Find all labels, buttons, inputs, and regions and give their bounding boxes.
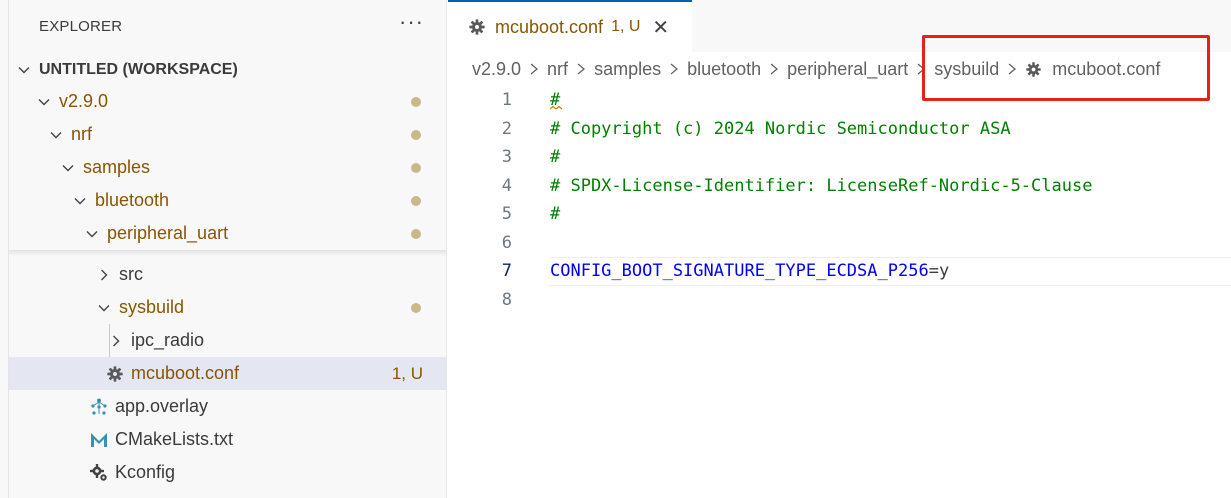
tree-file-cmakelists[interactable]: CMakeLists.txt xyxy=(9,423,446,456)
breadcrumb-v2-9-0[interactable]: v2.9.0 xyxy=(472,59,521,80)
breadcrumb-bluetooth[interactable]: bluetooth xyxy=(687,59,761,80)
breadcrumb-peripheral-uart[interactable]: peripheral_uart xyxy=(787,59,908,80)
folder-label: v2.9.0 xyxy=(59,91,109,111)
tree-folder-src[interactable]: src xyxy=(9,258,446,291)
breadcrumb-samples[interactable]: samples xyxy=(594,59,661,80)
chevron-down-icon xyxy=(71,192,89,210)
device-tree-icon xyxy=(89,397,109,417)
line-number: 3 xyxy=(501,147,512,168)
code-text: # SPDX-License-Identifier: LicenseRef-No… xyxy=(550,175,1093,196)
folder-label: peripheral_uart xyxy=(107,223,229,243)
code-editor[interactable]: 1 # 2 # Copyright (c) 2024 Nordic Semico… xyxy=(448,86,1231,314)
config-value: =y xyxy=(928,261,950,282)
line-number: 4 xyxy=(501,175,512,196)
chevron-right-icon xyxy=(107,332,125,350)
code-text: # Copyright (c) 2024 Nordic Semiconducto… xyxy=(550,118,1011,139)
modified-dot xyxy=(411,196,421,206)
line-number: 7 xyxy=(501,261,512,282)
gear-icon xyxy=(469,19,485,35)
chevron-right-icon xyxy=(668,62,680,76)
tab-problem-badge: 1, U xyxy=(611,18,641,35)
line-number: 1 xyxy=(501,90,512,111)
sticky-scroll-shadow xyxy=(9,250,446,256)
folder-label: bluetooth xyxy=(95,190,170,210)
modified-dot xyxy=(411,163,421,173)
activity-bar-edge xyxy=(0,0,9,498)
code-line: 1 # xyxy=(448,86,1231,115)
tree-file-kconfig[interactable]: Kconfig xyxy=(9,456,446,489)
file-problem-badge: 1, U xyxy=(391,363,423,383)
file-label: mcuboot.conf xyxy=(131,363,240,383)
line-number: 2 xyxy=(501,118,512,139)
tree-folder-samples[interactable]: samples xyxy=(9,151,446,184)
tab-label: mcuboot.conf xyxy=(495,16,604,37)
workspace-label: UNTITLED (WORKSPACE) xyxy=(39,60,238,78)
tree-folder-nrf[interactable]: nrf xyxy=(9,118,446,151)
gear-icon xyxy=(105,364,125,384)
folder-label: samples xyxy=(83,157,151,177)
modified-dot xyxy=(411,229,421,239)
chevron-right-icon xyxy=(528,62,540,76)
code-text: # xyxy=(550,147,561,168)
chevron-down-icon xyxy=(83,225,101,243)
folder-label: sysbuild xyxy=(119,297,185,317)
tree-folder-peripheral-uart[interactable]: peripheral_uart xyxy=(9,217,446,250)
chevron-down-icon xyxy=(35,93,53,111)
modified-dot xyxy=(411,97,421,107)
file-label: Kconfig xyxy=(115,462,176,482)
tree-file-app-overlay[interactable]: app.overlay xyxy=(9,390,446,423)
tree-folder-sysbuild[interactable]: sysbuild xyxy=(9,291,446,324)
chevron-down-icon xyxy=(15,61,33,79)
line-number: 5 xyxy=(501,204,512,225)
breadcrumb-nrf[interactable]: nrf xyxy=(547,59,568,80)
explorer-header: EXPLORER ··· xyxy=(9,0,446,52)
kconfig-gear-icon xyxy=(89,463,109,483)
folder-label: src xyxy=(119,264,143,284)
cmake-icon xyxy=(89,430,109,450)
config-key: CONFIG_BOOT_SIGNATURE_TYPE_ECDSA_P256 xyxy=(550,261,929,282)
line-number: 8 xyxy=(501,289,512,310)
chevron-right-icon xyxy=(575,62,587,76)
tree-workspace-root[interactable]: UNTITLED (WORKSPACE) xyxy=(9,53,446,86)
chevron-down-icon xyxy=(47,126,65,144)
chevron-right-icon xyxy=(95,266,113,284)
code-line: 6 xyxy=(448,229,1231,258)
editor-area: mcuboot.conf 1, U ✕ v2.9.0 nrf samples b… xyxy=(448,0,1231,498)
file-label: app.overlay xyxy=(115,396,209,416)
chevron-right-icon xyxy=(768,62,780,76)
tree-file-mcuboot-conf[interactable]: mcuboot.conf 1, U xyxy=(9,357,446,390)
explorer-title: EXPLORER xyxy=(39,17,123,35)
modified-dot xyxy=(411,303,421,313)
code-line: 4 # SPDX-License-Identifier: LicenseRef-… xyxy=(448,172,1231,201)
line-number: 6 xyxy=(501,232,512,253)
explorer-sidebar: EXPLORER ··· UNTITLED (WORKSPACE) v2.9.0… xyxy=(9,0,447,498)
code-line-current: 7 CONFIG_BOOT_SIGNATURE_TYPE_ECDSA_P256=… xyxy=(448,257,1231,286)
code-text: # xyxy=(550,204,561,225)
code-line: 3 # xyxy=(448,143,1231,172)
folder-label: nrf xyxy=(71,124,93,144)
code-text: CONFIG_BOOT_SIGNATURE_TYPE_ECDSA_P256=y xyxy=(550,261,949,281)
file-label: CMakeLists.txt xyxy=(115,429,234,449)
chevron-down-icon xyxy=(59,159,77,177)
tab-mcuboot-conf[interactable]: mcuboot.conf 1, U ✕ xyxy=(448,0,692,52)
tree-folder-bluetooth[interactable]: bluetooth xyxy=(9,184,446,217)
modified-dot xyxy=(411,130,421,140)
more-actions-icon[interactable]: ··· xyxy=(399,11,424,33)
folder-label: ipc_radio xyxy=(131,330,205,350)
warning-squiggle xyxy=(550,106,562,110)
code-line: 2 # Copyright (c) 2024 Nordic Semiconduc… xyxy=(448,115,1231,144)
code-line: 8 xyxy=(448,286,1231,315)
code-line: 5 # xyxy=(448,200,1231,229)
tree-folder-ipc-radio[interactable]: ipc_radio xyxy=(9,324,446,357)
close-icon[interactable]: ✕ xyxy=(652,15,669,40)
tree-folder-v2-9-0[interactable]: v2.9.0 xyxy=(9,85,446,118)
chevron-down-icon xyxy=(95,299,113,317)
